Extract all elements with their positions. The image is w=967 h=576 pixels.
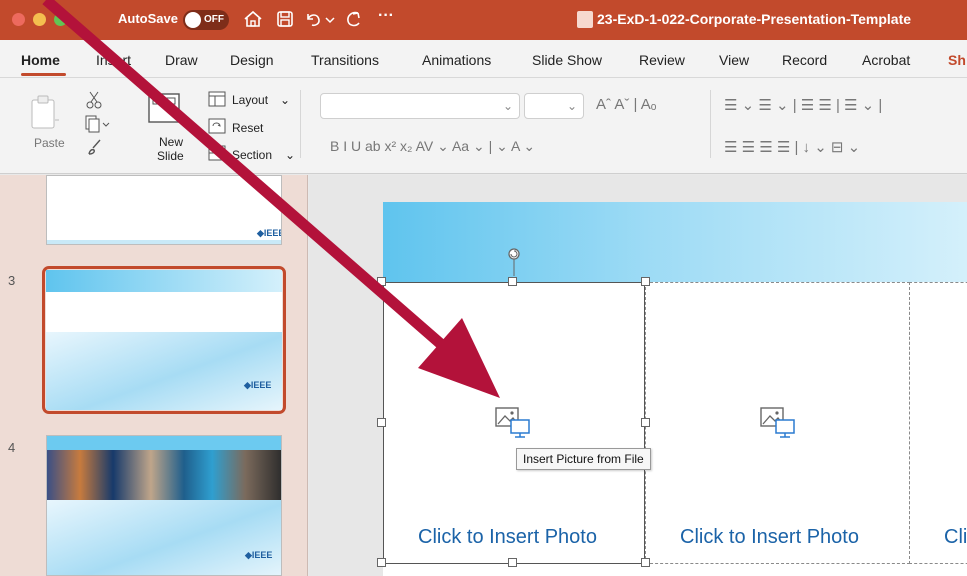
picture-placeholder-3[interactable]: Cli	[909, 282, 967, 564]
tooltip: Insert Picture from File	[516, 448, 651, 470]
thumbnail-photo-strip	[47, 450, 281, 500]
tab-view[interactable]: View	[719, 52, 749, 68]
slide-number: 3	[8, 273, 16, 288]
paragraph-controls-row2[interactable]: ☰ ☰ ☰ ☰ | ↓ ⌄ ⊟ ⌄	[724, 138, 860, 156]
active-tab-indicator	[21, 73, 66, 76]
thumbnail-wave	[47, 500, 281, 575]
insert-photo-label: Click to Insert Photo	[418, 526, 597, 548]
slide-thumbnail-2[interactable]: ◆IEEE	[46, 175, 282, 245]
thumbnail-header-band	[46, 270, 282, 292]
paste-icon[interactable]	[28, 94, 62, 132]
resize-handle[interactable]	[641, 558, 650, 567]
scissors-icon[interactable]	[86, 90, 102, 110]
more-commands-button[interactable]: ···	[378, 7, 394, 25]
format-controls[interactable]: B I U ab x² x₂ AV ⌄ Aa ⌄ | ⌄ A ⌄	[330, 138, 535, 155]
ribbon-tabs: Home Insert Draw Design Transitions Anim…	[0, 40, 967, 78]
autosave-label: AutoSave	[118, 11, 178, 26]
resize-handle[interactable]	[641, 418, 650, 427]
document-title: 23-ExD-1-022-Corporate-Presentation-Temp…	[597, 11, 912, 27]
chevron-down-icon: ⌄	[566, 99, 577, 113]
new-slide-label-2[interactable]: Slide	[157, 149, 184, 163]
resize-handle[interactable]	[508, 558, 517, 567]
tab-share[interactable]: Sh	[948, 52, 966, 68]
tab-slide-show[interactable]: Slide Show	[532, 52, 602, 68]
title-bar: AutoSave OFF ··· 23-ExD-1-022-Corporate-…	[0, 0, 967, 40]
chevron-down-icon: ⌄	[502, 99, 513, 113]
minimize-window-button[interactable]	[33, 13, 46, 26]
toggle-knob	[185, 12, 201, 28]
maximize-window-button[interactable]	[54, 13, 67, 26]
tab-transitions[interactable]: Transitions	[311, 52, 379, 68]
font-size-select[interactable]: ⌄	[524, 93, 584, 119]
save-icon[interactable]	[274, 8, 296, 30]
resize-handle[interactable]	[377, 418, 386, 427]
undo-dropdown-icon[interactable]	[324, 8, 336, 30]
thumbnail-wave	[46, 332, 282, 410]
paste-label: Paste	[34, 136, 65, 150]
tab-record[interactable]: Record	[782, 52, 827, 68]
section-label[interactable]: Section	[232, 148, 272, 162]
slide-number: 4	[8, 440, 16, 455]
slide-header-band	[383, 202, 967, 282]
layout-icon[interactable]	[207, 90, 227, 108]
section-dropdown-icon[interactable]: ⌄	[285, 148, 295, 162]
thumbnail-header-band	[47, 436, 281, 450]
tab-draw[interactable]: Draw	[165, 52, 198, 68]
tab-review[interactable]: Review	[639, 52, 685, 68]
slide-thumbnail-4[interactable]: ◆IEEE	[46, 435, 282, 576]
ieee-logo: ◆IEEE	[257, 228, 282, 238]
layout-dropdown-icon[interactable]: ⌄	[280, 93, 290, 107]
copy-icon[interactable]	[84, 114, 110, 134]
insert-picture-icon[interactable]	[495, 406, 535, 440]
resize-handle[interactable]	[377, 277, 386, 286]
font-name-select[interactable]: ⌄	[320, 93, 520, 119]
tab-design[interactable]: Design	[230, 52, 274, 68]
thumbnail-footer	[47, 240, 281, 244]
font-size-controls[interactable]: Aˆ Aˇ | Aₒ	[596, 96, 656, 113]
insert-photo-label: Cli	[944, 526, 967, 548]
tab-animations[interactable]: Animations	[422, 52, 491, 68]
insert-picture-icon[interactable]	[760, 406, 800, 440]
ribbon-divider	[300, 90, 301, 158]
ieee-logo: ◆IEEE	[244, 380, 272, 390]
new-slide-label-1[interactable]: New	[159, 135, 183, 149]
slide-canvas: Click to Insert Photo Click to Insert Ph…	[383, 202, 967, 576]
layout-label[interactable]: Layout	[232, 93, 268, 107]
close-window-button[interactable]	[12, 13, 25, 26]
resize-handle[interactable]	[641, 277, 650, 286]
tab-acrobat[interactable]: Acrobat	[862, 52, 910, 68]
ribbon-divider	[710, 90, 711, 158]
home-icon[interactable]	[242, 8, 264, 30]
resize-handle[interactable]	[377, 558, 386, 567]
rotate-handle-icon[interactable]	[504, 246, 524, 280]
ribbon: Paste New Slide Layout ⌄ Reset Section ⌄…	[0, 78, 967, 174]
autosave-toggle[interactable]: OFF	[183, 10, 229, 30]
paragraph-controls-row1[interactable]: ☰ ⌄ ☰ ⌄ | ☰ ☰ | ☰ ⌄ |	[724, 96, 882, 114]
undo-icon[interactable]	[302, 8, 324, 30]
insert-photo-label: Click to Insert Photo	[680, 526, 859, 548]
new-slide-icon[interactable]	[146, 90, 186, 128]
autosave-state: OFF	[204, 14, 224, 25]
reset-icon[interactable]	[207, 117, 227, 135]
brush-icon[interactable]	[86, 138, 104, 156]
ieee-logo: ◆IEEE	[245, 550, 273, 560]
tab-home[interactable]: Home	[21, 52, 60, 68]
section-icon[interactable]	[207, 144, 227, 162]
powerpoint-file-icon	[577, 11, 593, 28]
redo-icon[interactable]	[343, 8, 365, 30]
tab-insert[interactable]: Insert	[96, 52, 131, 68]
slide-thumbnail-3[interactable]: ◆IEEE	[46, 270, 282, 410]
reset-label[interactable]: Reset	[232, 121, 263, 135]
